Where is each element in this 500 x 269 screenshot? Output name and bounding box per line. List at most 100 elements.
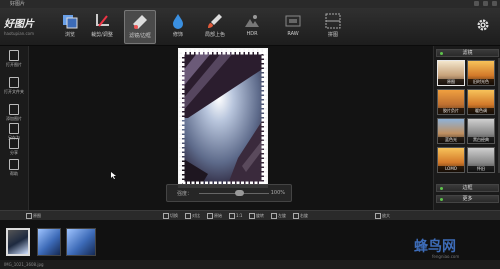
rotate-icon <box>249 213 255 219</box>
status-filename: IMG_1021_3608.jpg <box>4 262 44 267</box>
tool-browse[interactable]: 浏览 <box>55 10 85 42</box>
drop-icon <box>173 14 183 29</box>
filter-thumb-label: 黑白经典 <box>468 137 494 143</box>
tool-local-color-label: 局部上色 <box>204 32 225 38</box>
original-button[interactable]: 原始 <box>207 213 222 219</box>
tool-retouch-label: 修饰 <box>172 32 183 38</box>
tool-hdr[interactable]: HDR <box>237 10 267 42</box>
tool-raw[interactable]: RAW <box>278 10 308 42</box>
window-title: 好图片 <box>10 1 26 7</box>
filter-thumb[interactable]: 胶片负片 <box>437 89 465 115</box>
crop-icon <box>96 14 109 27</box>
sidebar-share-label: 分享 <box>10 150 18 155</box>
title-bar: 好图片 <box>0 0 500 8</box>
tool-collage-label: 拼图 <box>327 32 338 38</box>
rotate-left-icon <box>271 213 277 219</box>
sidebar-help-label: 帮助 <box>10 171 18 176</box>
sidebar-help[interactable]: 帮助 <box>2 159 26 177</box>
actual-size-button[interactable]: 1:1 <box>229 213 242 219</box>
sidebar-add-image[interactable]: 添加图片 <box>2 104 26 122</box>
filters-section-label: 滤镜 <box>462 50 473 56</box>
section-indicator-icon <box>440 198 443 201</box>
intensity-slider-thumb[interactable] <box>235 190 244 196</box>
maximize-button[interactable] <box>483 1 488 6</box>
switch-button-label: 切换 <box>170 213 178 218</box>
tool-filter[interactable]: 滤镜/边框 <box>124 10 156 44</box>
tool-crop[interactable]: 裁剪/调整 <box>87 10 117 42</box>
gear-icon[interactable] <box>476 18 490 32</box>
collage-icon <box>325 13 341 29</box>
rotate-right-icon <box>293 213 299 219</box>
compare-button[interactable]: 对比 <box>185 213 200 219</box>
logo-name: 好图片 <box>4 19 34 30</box>
tool-retouch[interactable]: 修饰 <box>163 10 193 42</box>
zoom-in-icon <box>375 213 381 219</box>
intensity-control: 强度： 100% <box>166 184 292 202</box>
rotate-button[interactable]: 旋转 <box>249 213 264 219</box>
filter-thumb[interactable]: 怀旧 <box>467 147 495 173</box>
filter-thumb[interactable]: 原图 <box>437 60 465 86</box>
actual-size-button-label: 1:1 <box>236 213 243 218</box>
original-toggle[interactable]: 原图 <box>26 213 41 219</box>
photo-image <box>179 49 267 187</box>
preview-photo[interactable] <box>178 48 268 188</box>
rotate-left-button-label: 左旋 <box>278 213 286 218</box>
filter-thumb-label: 蓝色光 <box>438 137 464 143</box>
filter-thumb[interactable]: LOMO <box>437 147 465 173</box>
app-logo: 好图片 haotupian.com <box>4 15 44 36</box>
view-toolbar: 原图 切换 对比 原始 1:1 旋转 左旋 右旋 放大 <box>0 210 500 220</box>
switch-icon <box>163 213 169 219</box>
window-controls <box>474 0 497 6</box>
sidebar-add-image-label: 添加图片 <box>6 116 22 121</box>
filters-section-header[interactable]: 滤镜 <box>436 49 499 57</box>
filter-thumb-label: 暖色调 <box>468 108 494 114</box>
compare-icon <box>185 213 191 219</box>
switch-button[interactable]: 切换 <box>163 213 178 219</box>
actual-size-icon <box>229 213 235 219</box>
sidebar-open-folder[interactable]: 打开文件夹 <box>2 77 26 95</box>
section-indicator-icon <box>440 52 443 55</box>
rotate-left-button[interactable]: 左旋 <box>271 213 286 219</box>
filmstrip-thumb[interactable] <box>6 228 30 256</box>
browse-icon <box>63 15 78 29</box>
sidebar-open-folder-label: 打开文件夹 <box>4 89 24 94</box>
tool-local-color[interactable]: 局部上色 <box>200 10 230 42</box>
compare-button-label: 对比 <box>192 213 200 218</box>
sidebar-open-image[interactable]: 打开图片 <box>2 50 26 68</box>
brush-icon <box>208 14 222 28</box>
filter-thumb-label: LOMO <box>438 166 464 172</box>
more-section-header[interactable]: 更多 <box>436 195 499 203</box>
zoom-in-button[interactable]: 放大 <box>375 213 390 219</box>
watermark-subtext: fengniao.com <box>432 254 460 259</box>
tool-browse-label: 浏览 <box>64 32 75 38</box>
status-bar: IMG_1021_3608.jpg <box>0 260 500 269</box>
intensity-label: 强度： <box>177 191 193 197</box>
sidebar-open-image-label: 打开图片 <box>6 62 22 67</box>
filter-thumb[interactable]: 旧时光色 <box>467 60 495 86</box>
open-folder-icon <box>9 77 19 88</box>
rotate-right-button[interactable]: 右旋 <box>293 213 308 219</box>
raw-icon <box>285 15 301 27</box>
minimize-button[interactable] <box>474 1 479 6</box>
filter-thumb-label: 怀旧 <box>468 166 494 172</box>
rotate-right-button-label: 右旋 <box>300 213 308 218</box>
filter-thumb[interactable]: 黑白经典 <box>467 118 495 144</box>
filmstrip-thumb[interactable] <box>66 228 96 256</box>
filter-icon <box>133 15 147 29</box>
hdr-icon <box>245 15 259 27</box>
filter-thumb[interactable]: 暖色调 <box>467 89 495 115</box>
borders-section-header[interactable]: 边框 <box>436 184 499 192</box>
filmstrip-thumb[interactable] <box>37 228 61 256</box>
arrow-icon <box>26 213 32 219</box>
borders-section-label: 边框 <box>462 185 473 191</box>
tool-raw-label: RAW <box>287 31 299 37</box>
filter-thumb[interactable]: 蓝色光 <box>437 118 465 144</box>
original-icon <box>207 213 213 219</box>
sidebar-share[interactable]: 分享 <box>2 138 26 156</box>
filter-thumb-label: 旧时光色 <box>468 79 494 85</box>
add-image-icon <box>9 104 19 115</box>
save-as-icon <box>9 123 19 134</box>
close-button[interactable] <box>492 1 497 6</box>
intensity-slider-track[interactable] <box>199 193 269 194</box>
tool-collage[interactable]: 拼图 <box>318 10 348 42</box>
